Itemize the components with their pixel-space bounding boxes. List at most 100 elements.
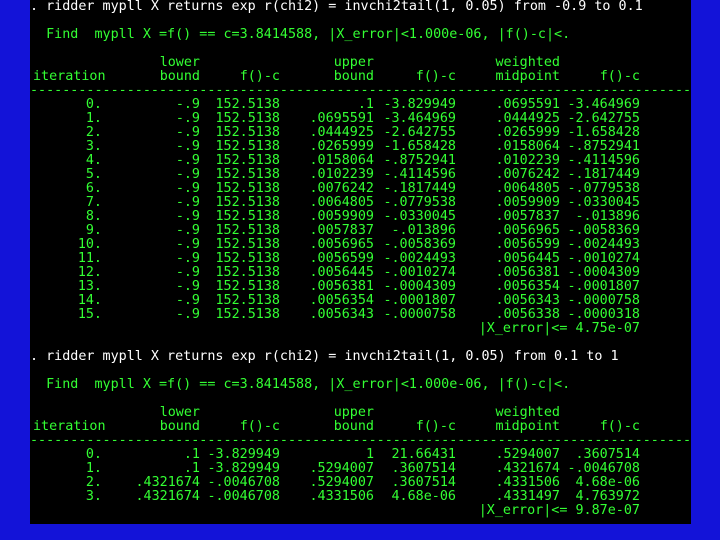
- cell-col-2: -3.829949: [207, 447, 280, 462]
- table-row: 6. -.9 152.5138 .0076242 -.1817449 .0064805 -.…: [30, 182, 691, 196]
- cell-col-6: -.013896: [575, 209, 641, 224]
- header-row-1: lower upper weighted: [30, 406, 691, 420]
- cell-col-2: -.0046708: [207, 475, 280, 490]
- cell-col-2: 152.5138: [215, 237, 281, 252]
- cell-col-4: -.0024493: [383, 251, 456, 266]
- cell-col-3: .0056445: [309, 265, 375, 280]
- cell-col-0: 10.: [77, 237, 102, 252]
- cell-col-5: .0056445: [495, 251, 561, 266]
- cell-col-3: .0056965: [309, 237, 375, 252]
- cell-col-2: 152.5138: [215, 111, 281, 126]
- cell-col-6: -.0010274: [567, 251, 640, 266]
- cell-col-4: -.1817449: [383, 181, 456, 196]
- cell-col-1: -.9: [175, 307, 200, 322]
- cell-col-5: .0056965: [495, 223, 561, 238]
- cell-col-6: -.8752941: [567, 139, 640, 154]
- cell-col-3: .0102239: [309, 167, 375, 182]
- cell-col-5: .5294007: [495, 447, 561, 462]
- table-row: 1. -.9 152.5138 .0695591 -3.464969 .0444925 -2…: [30, 112, 691, 126]
- cell-col-3: .0056381: [309, 279, 375, 294]
- cell-col-4: -.8752941: [383, 153, 456, 168]
- cell-col-1: -.9: [175, 111, 200, 126]
- separator-line: ----------------------------------------…: [30, 83, 691, 98]
- cell-col-4: 4.68e-06: [391, 489, 457, 504]
- table-row: 11. -.9 152.5138 .0056599 -.0024493 .0056445-…: [30, 252, 691, 266]
- cell-col-2: 152.5138: [215, 153, 281, 168]
- cell-col-6: -.0001807: [567, 279, 640, 294]
- cell-col-2: 152.5138: [215, 223, 281, 238]
- cell-col-5: .0102239: [495, 153, 561, 168]
- table-row: 4. -.9 152.5138 .0158064 -.8752941 .0102239 -.…: [30, 154, 691, 168]
- cell-col-2: 152.5138: [215, 293, 281, 308]
- cell-col-1: -.9: [175, 139, 200, 154]
- cell-col-5: .0695591: [495, 97, 561, 112]
- cell-col-3: .0158064: [309, 153, 375, 168]
- cell-col-6: -.0330045: [567, 195, 640, 210]
- table-row: 9. -.9 152.5138 .0057837 -.013896 .0056965 -.0…: [30, 224, 691, 238]
- cell-col-1: -.9: [175, 97, 200, 112]
- cell-col-2: 152.5138: [215, 209, 281, 224]
- table-row: 8. -.9 152.5138 .0059909 -.0330045 .0057837 -.…: [30, 210, 691, 224]
- find-line-2: Find mypll X =f() == c=3.8414588, |X_err…: [30, 377, 571, 392]
- cell-col-2: 152.5138: [215, 181, 281, 196]
- cell-col-0: 3.: [85, 139, 102, 154]
- cell-col-2: 152.5138: [215, 307, 281, 322]
- cell-col-0: 0.: [85, 97, 102, 112]
- cell-col-4: -.0779538: [383, 195, 456, 210]
- cell-col-2: f()-c: [239, 69, 280, 84]
- cell-col-3: .5294007: [309, 475, 375, 490]
- cell-col-5: .0265999: [495, 125, 561, 140]
- cell-col-3: .0444925: [309, 125, 375, 140]
- table-row: 10. -.9 152.5138 .0056965 -.0058369 .0056599-…: [30, 238, 691, 252]
- cell-col-2: -.0046708: [207, 489, 280, 504]
- table-row: 2. -.9 152.5138 .0444925 -2.642755 .0265999 -1…: [30, 126, 691, 140]
- cell-col-4: -.0000758: [383, 307, 456, 322]
- cell-col-1: .1: [183, 447, 200, 462]
- cell-col-1: -.9: [175, 251, 200, 266]
- cell-col-3: upper: [333, 405, 374, 420]
- cell-col-4: -.0010274: [383, 265, 456, 280]
- cell-col-4: -.0001807: [383, 293, 456, 308]
- table-row: 5. -.9 152.5138 .0102239 -.4114596 .0076242 -.…: [30, 168, 691, 182]
- cell-col-0: 12.: [77, 265, 102, 280]
- cell-col-4: f()-c: [415, 69, 456, 84]
- cell-col-4: -1.658428: [383, 139, 456, 154]
- cell-col-1: .1: [183, 461, 200, 476]
- table-row: 3. .4321674 -.0046708 .4331506 4.68e-06 .4331…: [30, 490, 691, 504]
- header-row-2: iteration bound f()-c bound f()-c midpoint f()…: [30, 420, 691, 434]
- table-row: 7. -.9 152.5138 .0064805 -.0779538 .0059909 -.…: [30, 196, 691, 210]
- cell-col-0: 13.: [77, 279, 102, 294]
- cell-col-0: 0.: [85, 447, 102, 462]
- cell-col-5: .4331506: [495, 475, 561, 490]
- cell-col-0: 9.: [85, 223, 102, 238]
- table-row: 14. -.9 152.5138 .0056354 -.0001807 .0056343-…: [30, 294, 691, 308]
- cell-col-1: .4321674: [135, 475, 201, 490]
- cell-col-4: -.0330045: [383, 209, 456, 224]
- cell-col-0: 1.: [85, 461, 102, 476]
- cell-col-6: -3.464969: [567, 97, 640, 112]
- cell-col-6: -.0000318: [567, 307, 640, 322]
- table-row: 15. -.9 152.5138 .0056343 -.0000758 .0056338-…: [30, 308, 691, 322]
- cell-col-1: -.9: [175, 195, 200, 210]
- cell-col-1: -.9: [175, 153, 200, 168]
- cell-col-6: 4.763972: [575, 489, 641, 504]
- cell-col-5: .0056599: [495, 237, 561, 252]
- cell-col-5: .0059909: [495, 195, 561, 210]
- cell-col-0: 8.: [85, 209, 102, 224]
- cell-col-3: .0076242: [309, 181, 375, 196]
- cell-col-0: iteration: [33, 419, 106, 434]
- cell-col-6: 4.68e-06: [575, 475, 641, 490]
- cell-col-2: f()-c: [239, 419, 280, 434]
- cell-col-3: .0064805: [309, 195, 375, 210]
- cell-col-0: 11.: [77, 251, 102, 266]
- table-row: 3. -.9 152.5138 .0265999 -1.658428 .0158064 -.…: [30, 140, 691, 154]
- cell-col-4: .3607514: [391, 461, 457, 476]
- cell-col-4: -.0058369: [383, 237, 456, 252]
- cell-col-5: .4321674: [495, 461, 561, 476]
- error-summary: |X_error|<= 4.75e-07: [478, 321, 640, 336]
- cell-col-1: -.9: [175, 167, 200, 182]
- cell-col-1: -.9: [175, 125, 200, 140]
- cell-col-1: lower: [159, 55, 200, 70]
- cell-col-2: 152.5138: [215, 251, 281, 266]
- cell-col-4: 21.66431: [391, 447, 457, 462]
